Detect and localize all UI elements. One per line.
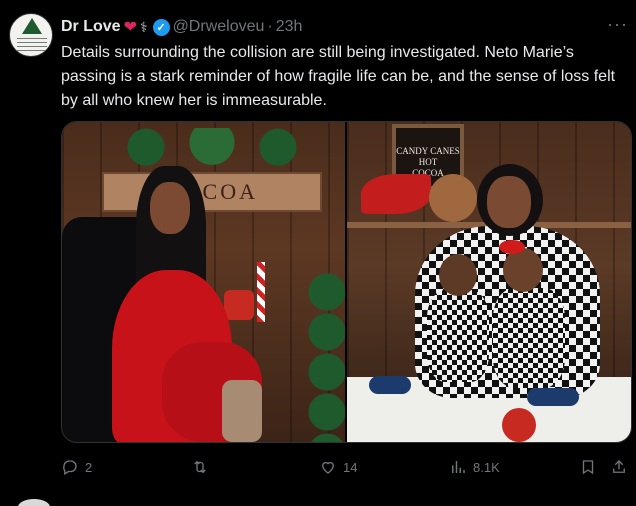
girl-pajamas bbox=[493, 288, 565, 388]
like-button[interactable]: 14 bbox=[319, 455, 357, 479]
cocoa-sign: COCOA bbox=[102, 172, 322, 212]
girl-hair-bow bbox=[499, 240, 525, 254]
woman-face bbox=[150, 182, 190, 234]
boot bbox=[222, 380, 262, 442]
avatar-tree-graphic bbox=[22, 18, 42, 34]
next-tweet-avatar[interactable] bbox=[18, 499, 50, 506]
timestamp[interactable]: 23h bbox=[276, 18, 303, 36]
photo-family-pajamas[interactable]: CANDY CANES HOT COCOA bbox=[347, 122, 631, 442]
separator-dot: · bbox=[267, 18, 273, 35]
garland-decoration bbox=[102, 128, 322, 176]
like-count: 14 bbox=[343, 459, 358, 475]
avatar-text-graphic bbox=[17, 38, 47, 52]
red-bow bbox=[361, 174, 431, 214]
sign-line-2: HOT bbox=[418, 157, 438, 167]
photo-woman-red-dress[interactable]: COCOA bbox=[62, 122, 345, 442]
verified-badge-icon[interactable]: ✓ bbox=[152, 18, 170, 36]
share-icon bbox=[613, 460, 625, 473]
share-button[interactable] bbox=[610, 455, 628, 479]
repost-button[interactable] bbox=[191, 455, 215, 479]
boy-pajamas bbox=[427, 290, 489, 382]
media-grid[interactable]: COCOA CANDY CANES HOT COCOA bbox=[61, 121, 632, 443]
tweet[interactable]: Dr Love ❤ ⚕ ✓ @Drweloveu · 23h ··· Detai… bbox=[0, 0, 636, 506]
reply-icon bbox=[63, 460, 77, 475]
mother-face bbox=[487, 176, 531, 228]
heart-emoji-icon: ❤ bbox=[123, 19, 137, 36]
bookmark-button[interactable] bbox=[579, 455, 597, 479]
heart-icon bbox=[322, 461, 334, 474]
red-mug bbox=[224, 290, 254, 320]
sign-line-1: CANDY CANES bbox=[396, 146, 460, 156]
boy-face bbox=[439, 254, 477, 296]
teddy-bear bbox=[429, 174, 477, 222]
christmas-tree bbox=[307, 272, 345, 442]
stethoscope-emoji-icon: ⚕ bbox=[139, 18, 148, 35]
repost-icon bbox=[194, 460, 206, 474]
tweet-text: Details surrounding the collision are st… bbox=[61, 44, 616, 109]
action-bar: 2 14 8.1K bbox=[61, 455, 632, 479]
slipper bbox=[369, 376, 411, 394]
author-name[interactable]: Dr Love bbox=[61, 18, 121, 36]
author-avatar[interactable] bbox=[9, 13, 53, 57]
views-icon bbox=[452, 461, 465, 473]
slipper bbox=[527, 388, 579, 406]
more-options-icon[interactable]: ··· bbox=[607, 14, 628, 35]
bookmark-icon bbox=[582, 460, 594, 475]
tweet-header: Dr Love ❤ ⚕ ✓ @Drweloveu · 23h bbox=[61, 16, 302, 38]
candy-cane bbox=[257, 262, 265, 322]
ornament bbox=[502, 408, 536, 442]
reply-count: 2 bbox=[85, 459, 93, 475]
views-button[interactable]: 8.1K bbox=[449, 455, 500, 479]
author-handle[interactable]: @Drweloveu bbox=[173, 18, 265, 36]
views-count: 8.1K bbox=[473, 459, 500, 475]
girl-face bbox=[503, 248, 543, 292]
reply-button[interactable]: 2 bbox=[61, 455, 92, 479]
